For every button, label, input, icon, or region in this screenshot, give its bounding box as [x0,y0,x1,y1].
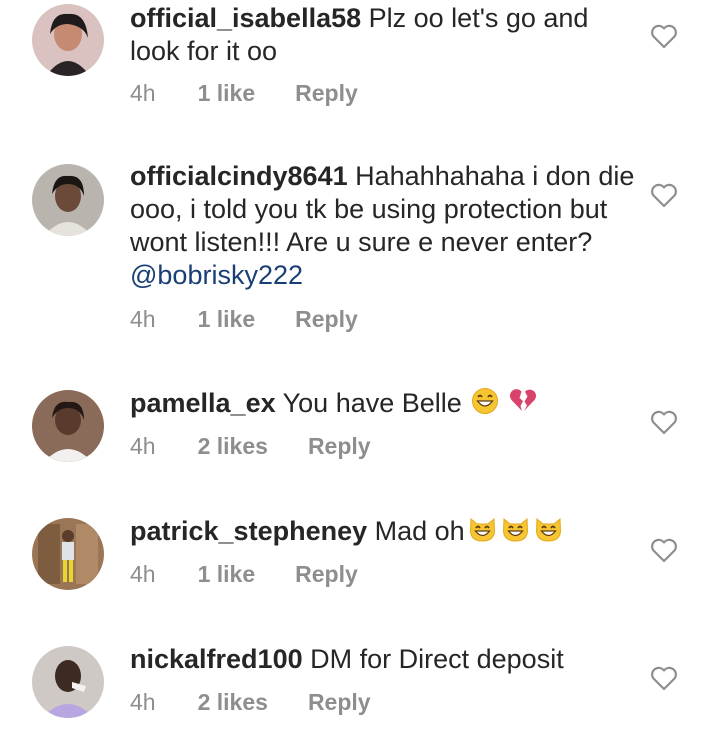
avatar[interactable] [32,646,104,718]
comment-list: official_isabella58 Plz oo let's go and … [0,0,720,744]
comment-time: 4h [130,689,156,715]
comment-likes[interactable]: 2 likes [198,433,268,460]
heart-icon[interactable] [650,23,678,49]
reply-button[interactable]: Reply [308,689,371,716]
reply-button[interactable]: Reply [295,561,358,588]
comment-username[interactable]: pamella_ex [130,388,276,418]
avatar[interactable] [32,164,104,236]
reply-button[interactable]: Reply [295,306,358,333]
grinning-cat-emoji [502,517,528,542]
comment-likes[interactable]: 2 likes [198,689,268,716]
grinning-cat-emoji [535,517,561,542]
comment-meta: 4h 2 likes Reply [130,689,371,716]
heart-icon[interactable] [650,537,678,563]
comment-meta: 4h 1 like Reply [130,80,358,107]
comment-message: You have Belle [282,388,462,418]
broken-heart-emoji [509,389,536,411]
comment-time: 4h [130,80,156,106]
avatar[interactable] [32,390,104,462]
grinning-face-emoji [472,388,499,414]
heart-icon[interactable] [650,182,678,208]
comment-time: 4h [130,433,156,459]
comment-username[interactable]: official_isabella58 [130,3,361,33]
reply-button[interactable]: Reply [295,80,358,107]
heart-icon[interactable] [650,409,678,435]
comment-text: pamella_ex You have Belle [130,387,640,420]
comment-text: officialcindy8641 Hahahhahaha i don die … [130,160,640,292]
comment-text: patrick_stepheney Mad oh [130,515,640,548]
heart-icon[interactable] [650,665,678,691]
comment-meta: 4h 2 likes Reply [130,433,371,460]
comment-username[interactable]: nickalfred100 [130,644,303,674]
comment-message: DM for Direct deposit [310,644,564,674]
comment-meta: 4h 1 like Reply [130,306,358,333]
comment-likes[interactable]: 1 like [198,306,256,333]
comment-text: nickalfred100 DM for Direct deposit [130,643,640,676]
comment-username[interactable]: patrick_stepheney [130,516,367,546]
comment-username[interactable]: officialcindy8641 [130,161,348,191]
comment-meta: 4h 1 like Reply [130,561,358,588]
comment-message: Mad oh [374,516,465,546]
avatar[interactable] [32,518,104,590]
comment-time: 4h [130,561,156,587]
comment-text: official_isabella58 Plz oo let's go and … [130,2,640,68]
avatar[interactable] [32,4,104,76]
comment-likes[interactable]: 1 like [198,561,256,588]
comment-likes[interactable]: 1 like [198,80,256,107]
comment-mention-link[interactable]: @bobrisky222 [130,260,303,290]
comment-time: 4h [130,306,156,332]
reply-button[interactable]: Reply [308,433,371,460]
grinning-cat-emoji [469,517,495,542]
